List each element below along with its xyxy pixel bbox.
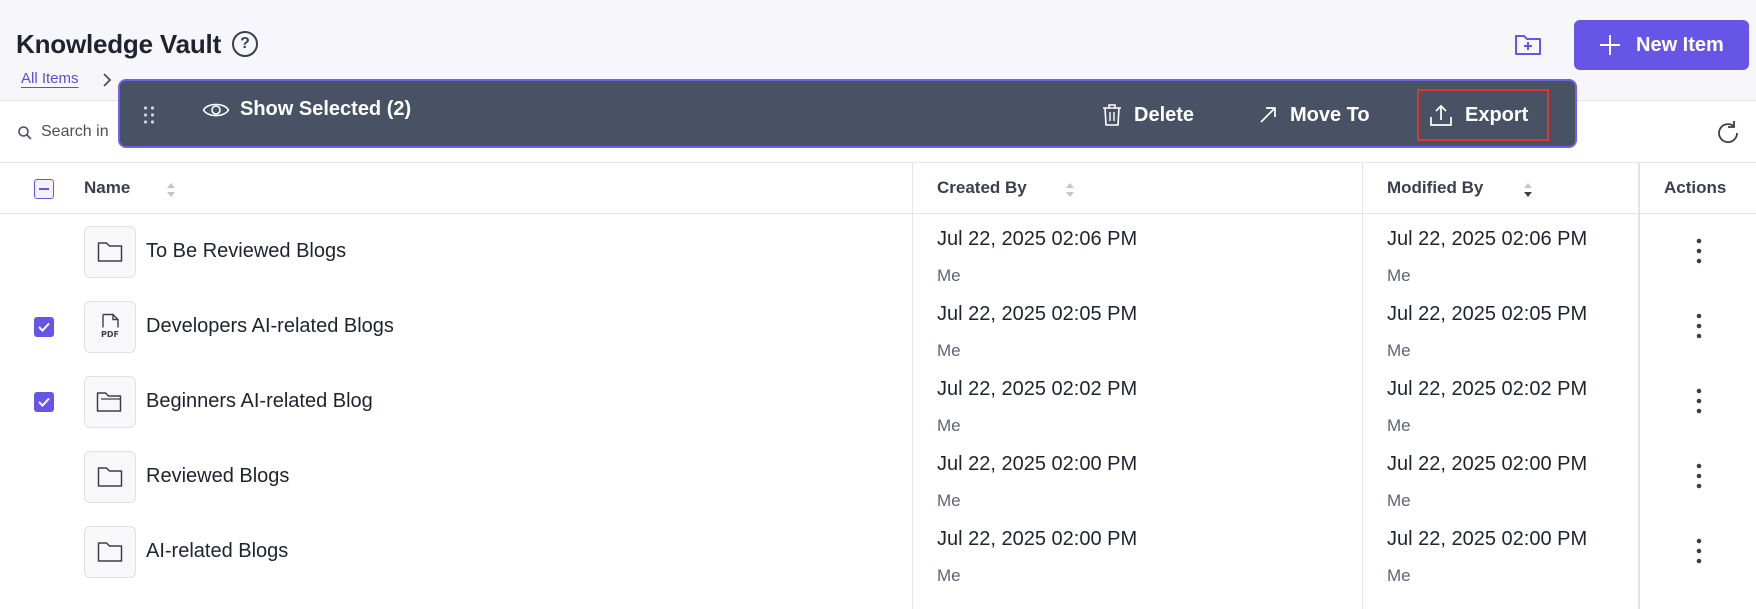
- kebab-menu-icon: [1696, 538, 1702, 564]
- export-icon: [1430, 104, 1452, 126]
- check-icon: [38, 397, 50, 407]
- kebab-menu-icon: [1696, 313, 1702, 339]
- folder-open-icon: [96, 392, 122, 412]
- created-by: Me: [937, 416, 961, 435]
- item-icon-box: [84, 376, 136, 428]
- table-row[interactable]: PDF Developers AI-related Blogs Jul 22, …: [0, 289, 1756, 364]
- sort-icon[interactable]: [165, 180, 177, 200]
- show-selected-label: Show Selected (2): [240, 98, 412, 120]
- row-checkbox[interactable]: [34, 317, 54, 337]
- modified-date: Jul 22, 2025 02:06 PM: [1387, 228, 1588, 250]
- export-label: Export: [1465, 103, 1529, 126]
- item-icon-box: [84, 451, 136, 503]
- kebab-menu-icon: [1696, 388, 1702, 414]
- created-date: Jul 22, 2025 02:05 PM: [937, 303, 1138, 325]
- table-row[interactable]: AI-related Blogs Jul 22, 2025 02:00 PM M…: [0, 514, 1756, 589]
- created-date: Jul 22, 2025 02:00 PM: [937, 453, 1138, 475]
- chevron-right-icon: [103, 73, 112, 87]
- help-icon[interactable]: ?: [232, 31, 258, 57]
- export-button[interactable]: Export: [1417, 89, 1549, 141]
- move-to-button[interactable]: Move To: [1258, 93, 1370, 137]
- modified-by: Me: [1387, 416, 1411, 435]
- folder-icon: [97, 467, 123, 487]
- row-actions-button[interactable]: [1686, 311, 1712, 341]
- table-row[interactable]: Beginners AI-related Blog Jul 22, 2025 0…: [0, 364, 1756, 439]
- column-header-created-by[interactable]: Created By: [937, 178, 1027, 198]
- folder-icon: [97, 542, 123, 562]
- item-icon-box: [84, 526, 136, 578]
- arrow-up-right-icon: [1260, 107, 1276, 123]
- created-date: Jul 22, 2025 02:00 PM: [937, 528, 1138, 550]
- sort-desc-icon[interactable]: [1522, 180, 1534, 200]
- search-input[interactable]: Search in: [41, 123, 109, 141]
- new-item-label: New Item: [1636, 33, 1724, 56]
- row-actions-button[interactable]: [1686, 461, 1712, 491]
- selection-toolbar: Show Selected (2) Delete Move To Export: [118, 79, 1577, 148]
- new-item-button[interactable]: New Item: [1574, 20, 1749, 70]
- breadcrumb-all-items[interactable]: All Items: [21, 70, 79, 87]
- check-icon: [38, 322, 50, 332]
- created-by: Me: [937, 566, 961, 585]
- modified-date: Jul 22, 2025 02:05 PM: [1387, 303, 1588, 325]
- modified-by: Me: [1387, 266, 1411, 285]
- created-by: Me: [937, 266, 961, 285]
- modified-date: Jul 22, 2025 02:00 PM: [1387, 453, 1588, 475]
- refresh-icon[interactable]: [1714, 119, 1742, 147]
- column-header-name[interactable]: Name: [84, 178, 130, 198]
- row-checkbox[interactable]: [34, 392, 54, 412]
- item-name[interactable]: Beginners AI-related Blog: [146, 390, 373, 413]
- item-icon-box: [84, 226, 136, 278]
- plus-icon: [1600, 35, 1620, 55]
- created-by: Me: [937, 491, 961, 510]
- created-date: Jul 22, 2025 02:02 PM: [937, 378, 1138, 400]
- modified-by: Me: [1387, 491, 1411, 510]
- column-header-modified-by[interactable]: Modified By: [1387, 178, 1483, 198]
- modified-date: Jul 22, 2025 02:02 PM: [1387, 378, 1588, 400]
- item-name[interactable]: Reviewed Blogs: [146, 465, 289, 488]
- item-name[interactable]: Developers AI-related Blogs: [146, 315, 394, 338]
- folder-icon: [97, 242, 123, 262]
- trash-icon: [1103, 104, 1121, 126]
- select-all-checkbox[interactable]: [34, 179, 54, 199]
- row-actions-button[interactable]: [1686, 386, 1712, 416]
- created-by: Me: [937, 341, 961, 360]
- move-to-label: Move To: [1290, 103, 1370, 126]
- table-row[interactable]: To Be Reviewed Blogs Jul 22, 2025 02:06 …: [0, 214, 1756, 289]
- delete-button[interactable]: Delete: [1102, 93, 1194, 137]
- column-header-actions: Actions: [1664, 178, 1727, 197]
- item-name[interactable]: AI-related Blogs: [146, 540, 288, 563]
- row-actions-button[interactable]: [1686, 536, 1712, 566]
- modified-date: Jul 22, 2025 02:00 PM: [1387, 528, 1588, 550]
- sort-icon[interactable]: [1064, 180, 1076, 200]
- item-icon-box: PDF: [84, 301, 136, 353]
- delete-label: Delete: [1134, 103, 1195, 126]
- kebab-menu-icon: [1696, 238, 1702, 264]
- item-name[interactable]: To Be Reviewed Blogs: [146, 240, 346, 263]
- page-title: Knowledge Vault: [16, 29, 222, 59]
- modified-by: Me: [1387, 566, 1411, 585]
- created-date: Jul 22, 2025 02:06 PM: [937, 228, 1138, 250]
- table-row[interactable]: Reviewed Blogs Jul 22, 2025 02:00 PM Me …: [0, 439, 1756, 514]
- svg-text:PDF: PDF: [101, 330, 119, 339]
- show-selected-button[interactable]: Show Selected (2): [202, 98, 411, 121]
- drag-handle-icon[interactable]: [142, 105, 156, 125]
- new-folder-button[interactable]: [1510, 27, 1546, 61]
- pdf-file-icon: PDF: [101, 313, 119, 339]
- kebab-menu-icon: [1696, 463, 1702, 489]
- row-actions-button[interactable]: [1686, 236, 1712, 266]
- table-header: Name Created By Modified By Actions: [0, 163, 1756, 214]
- search-icon: [18, 126, 32, 140]
- eye-icon: [202, 103, 230, 116]
- folder-add-icon: [1515, 35, 1541, 55]
- modified-by: Me: [1387, 341, 1411, 360]
